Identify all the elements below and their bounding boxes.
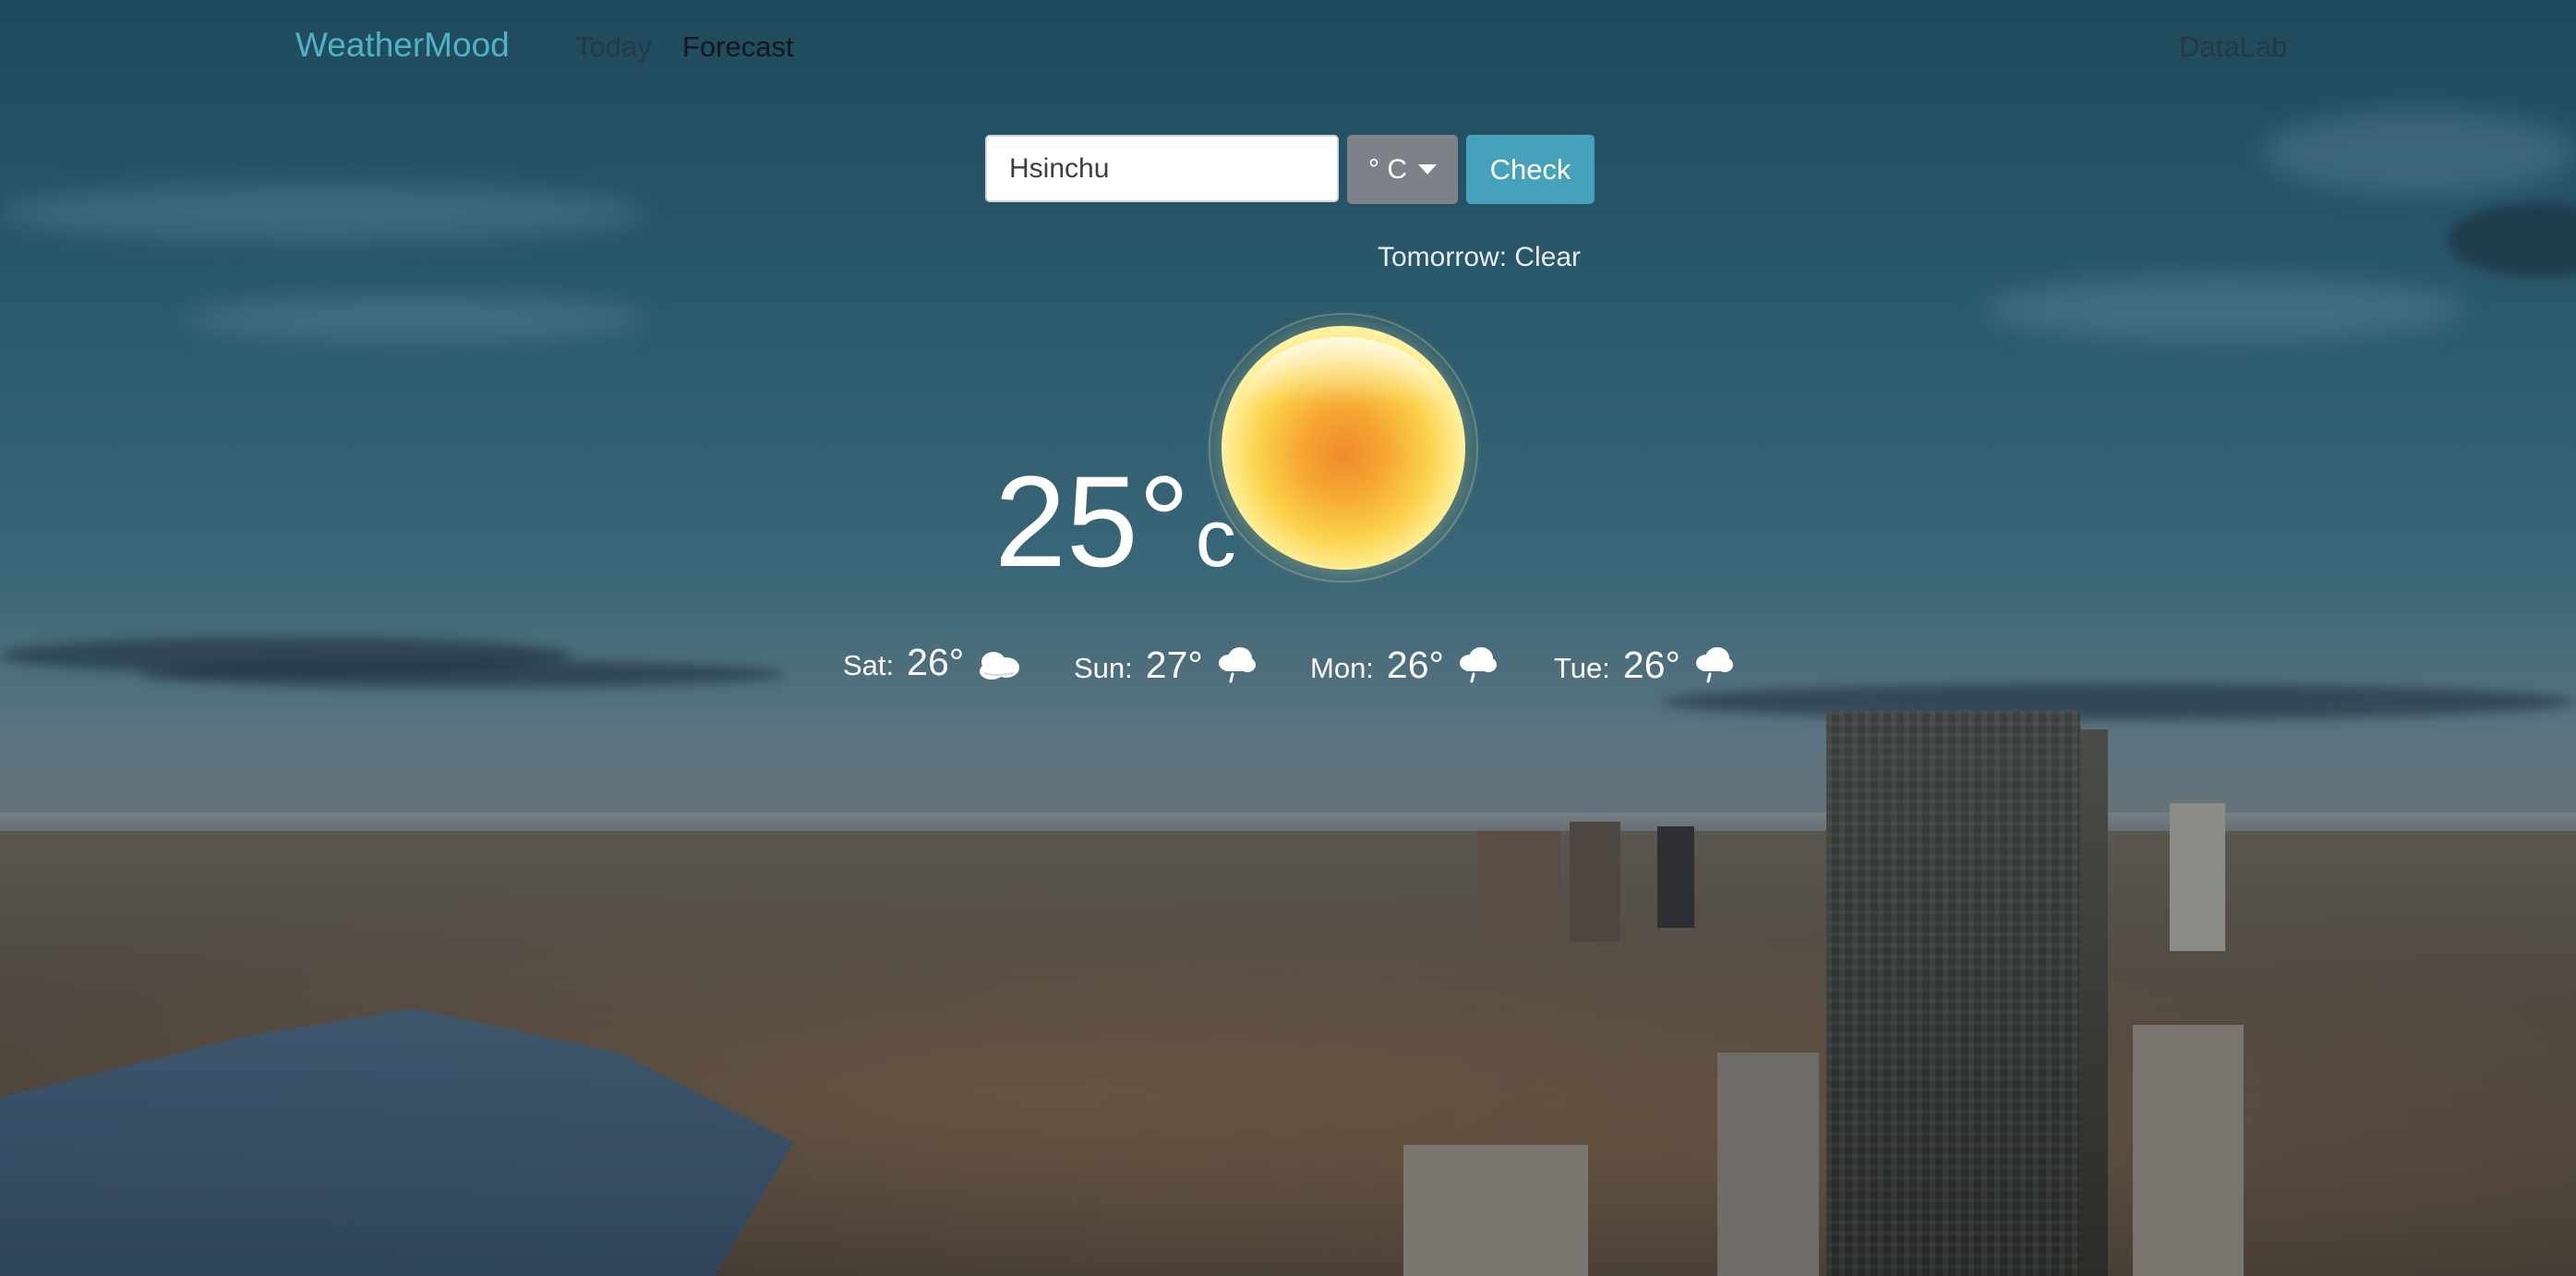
tomorrow-forecast-text: Tomorrow: Clear <box>1378 242 1582 272</box>
sky-haze <box>185 295 646 342</box>
nav-link-today[interactable]: Today <box>575 30 652 64</box>
forecast-temp: 26° <box>907 641 965 683</box>
dark-cloud <box>2447 203 2576 277</box>
forecast-day: Tue: <box>1554 652 1610 684</box>
temperature-value: 25° <box>994 449 1190 594</box>
unit-label: ° C <box>1368 153 1407 185</box>
forecast-temp: 26° <box>1386 644 1444 686</box>
rain-cloud-icon <box>1459 647 1497 683</box>
forecast-temp: 27° <box>1145 644 1203 686</box>
rain-cloud-icon <box>1695 647 1733 683</box>
forecast-day: Sat: <box>843 649 895 681</box>
brand-logo[interactable]: WeatherMood <box>295 26 510 65</box>
building <box>2170 803 2225 951</box>
dark-cloud <box>1662 683 2576 720</box>
sky-haze <box>0 185 646 240</box>
nav-link-forecast[interactable]: Forecast <box>682 30 794 64</box>
building <box>1477 831 1560 942</box>
weather-page: WeatherMood Today Forecast DataLab ° C C… <box>0 0 2576 1276</box>
sky-haze <box>2262 111 2576 194</box>
rain-cloud-icon <box>1218 647 1256 683</box>
forecast-day: Mon: <box>1310 652 1374 684</box>
skyscraper <box>1826 711 2080 1276</box>
caret-down-icon <box>1418 164 1437 175</box>
check-button[interactable]: Check <box>1466 135 1595 204</box>
forecast-item-mon: Mon: 26° <box>1310 641 1498 696</box>
sun-icon <box>1205 309 1482 586</box>
current-temperature: 25°c <box>994 457 1236 586</box>
building <box>1570 822 1620 942</box>
navbar: WeatherMood Today Forecast DataLab <box>0 0 2576 92</box>
temperature-unit: c <box>1195 492 1236 584</box>
skyscraper-side <box>2080 729 2108 1276</box>
forecast-item-sun: Sun: 27° <box>1074 641 1257 696</box>
nav-link-datalab[interactable]: DataLab <box>2179 30 2287 64</box>
forecast-item-sat: Sat: 26° <box>843 641 1021 696</box>
building <box>1403 1145 1588 1276</box>
sky-haze <box>1985 277 2465 342</box>
dark-cloud <box>138 660 785 688</box>
forecast-temp: 26° <box>1622 644 1680 686</box>
forecast-day: Sun: <box>1074 652 1133 684</box>
building <box>1717 1053 1819 1276</box>
forecast-item-tue: Tue: 26° <box>1554 641 1734 696</box>
cloudy-icon <box>980 652 1020 680</box>
city-input[interactable] <box>985 135 1339 202</box>
building <box>2133 1025 2244 1276</box>
unit-dropdown-button[interactable]: ° C <box>1347 135 1458 204</box>
building <box>1657 826 1694 928</box>
